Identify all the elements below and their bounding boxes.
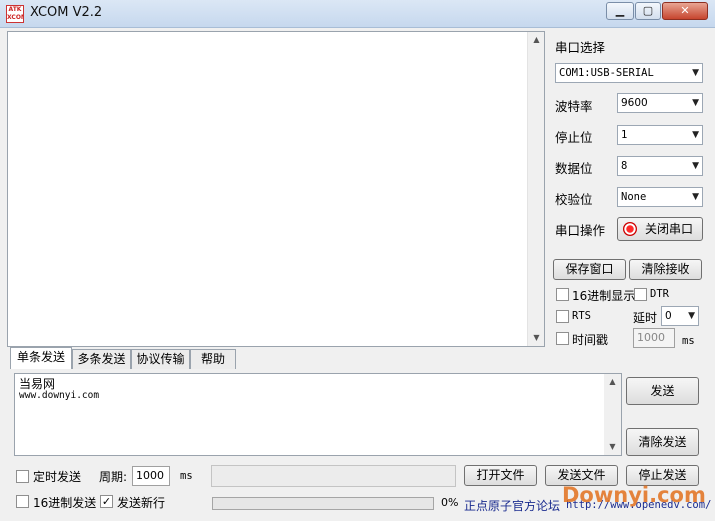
tab-protocol[interactable]: 协议传输 bbox=[131, 349, 190, 369]
hex-display-label: 16进制显示 bbox=[572, 289, 636, 303]
hex-send-label: 16进制发送 bbox=[33, 496, 97, 510]
baud-value: 9600 bbox=[621, 97, 648, 109]
close-port-label: 关闭串口 bbox=[644, 222, 693, 236]
parity-select[interactable]: None ▼ bbox=[617, 187, 703, 207]
scroll-up-icon[interactable]: ▲ bbox=[528, 32, 545, 48]
send-scrollbar[interactable]: ▲ ▼ bbox=[604, 374, 621, 455]
chevron-down-icon: ▼ bbox=[688, 311, 695, 321]
stop-bits-select[interactable]: 1 ▼ bbox=[617, 125, 703, 145]
chevron-down-icon: ▼ bbox=[692, 161, 699, 171]
data-bits-select[interactable]: 8 ▼ bbox=[617, 156, 703, 176]
progress-percent: 0% bbox=[441, 496, 459, 509]
period-label: 周期: bbox=[99, 470, 128, 484]
receive-textarea[interactable]: ▲ ▼ bbox=[7, 31, 545, 347]
port-operation-label: 串口操作 bbox=[555, 223, 606, 238]
scroll-up-icon[interactable]: ▲ bbox=[604, 374, 621, 390]
title-bar: ATKXCOM XCOM V2.2 ▁ ▢ ✕ bbox=[0, 0, 715, 28]
chevron-down-icon: ▼ bbox=[692, 130, 699, 140]
tab-single-send[interactable]: 单条发送 bbox=[10, 347, 72, 369]
parity-value: None bbox=[621, 191, 647, 203]
open-file-button[interactable]: 打开文件 bbox=[464, 465, 537, 486]
chevron-down-icon: ▼ bbox=[692, 98, 699, 108]
close-button[interactable]: ✕ bbox=[662, 2, 708, 20]
scroll-down-icon[interactable]: ▼ bbox=[604, 439, 621, 455]
watermark-text: Downyi.com bbox=[562, 483, 706, 507]
dtr-checkbox[interactable] bbox=[634, 288, 647, 301]
stop-bits-value: 1 bbox=[621, 129, 628, 141]
rts-label: RTS bbox=[572, 310, 591, 322]
chevron-down-icon: ▼ bbox=[692, 68, 699, 78]
red-record-icon bbox=[623, 222, 637, 236]
tab-help[interactable]: 帮助 bbox=[190, 349, 236, 369]
dtr-label: DTR bbox=[650, 288, 669, 300]
stop-bits-label: 停止位 bbox=[555, 130, 593, 145]
parity-label: 校验位 bbox=[555, 192, 593, 207]
data-bits-value: 8 bbox=[621, 160, 628, 172]
timed-send-checkbox[interactable] bbox=[16, 470, 29, 483]
maximize-button[interactable]: ▢ bbox=[635, 2, 661, 20]
timestamp-input[interactable]: 1000 bbox=[633, 328, 675, 348]
window-title: XCOM V2.2 bbox=[30, 5, 103, 20]
tab-multi-send[interactable]: 多条发送 bbox=[72, 349, 131, 369]
send-progress-bar bbox=[212, 497, 434, 510]
timestamp-checkbox[interactable] bbox=[556, 332, 569, 345]
send-textarea[interactable]: 当易网 www.downyi.com ▲ ▼ bbox=[14, 373, 622, 456]
receive-scrollbar[interactable]: ▲ ▼ bbox=[527, 32, 544, 346]
timestamp-label: 时间戳 bbox=[572, 333, 609, 347]
chevron-down-icon: ▼ bbox=[692, 192, 699, 202]
app-logo-icon: ATKXCOM bbox=[6, 5, 24, 23]
clear-send-button[interactable]: 清除发送 bbox=[626, 428, 699, 456]
delay-label: 延时 bbox=[633, 311, 658, 325]
send-button[interactable]: 发送 bbox=[626, 377, 699, 405]
send-text-line: www.downyi.com bbox=[19, 390, 100, 401]
period-ms-label: ms bbox=[180, 470, 193, 482]
data-bits-label: 数据位 bbox=[555, 161, 593, 176]
timestamp-ms-label: ms bbox=[682, 335, 695, 347]
rts-checkbox[interactable] bbox=[556, 310, 569, 323]
send-newline-checkbox[interactable]: ✓ bbox=[100, 495, 113, 508]
minimize-button[interactable]: ▁ bbox=[606, 2, 634, 20]
port-value: COM1:USB-SERIAL bbox=[559, 67, 654, 79]
baud-label: 波特率 bbox=[555, 99, 593, 114]
delay-value: 0 bbox=[665, 310, 672, 322]
file-path-field[interactable] bbox=[211, 465, 456, 487]
port-select[interactable]: COM1:USB-SERIAL ▼ bbox=[555, 63, 703, 83]
period-input[interactable]: 1000 bbox=[132, 466, 170, 486]
baud-select[interactable]: 9600 ▼ bbox=[617, 93, 703, 113]
forum-link[interactable]: 正点原子官方论坛 bbox=[464, 497, 560, 514]
timed-send-label: 定时发送 bbox=[33, 470, 82, 484]
clear-receive-button[interactable]: 清除接收 bbox=[629, 259, 702, 280]
save-window-button[interactable]: 保存窗口 bbox=[553, 259, 626, 280]
close-port-button[interactable]: 关闭串口 bbox=[617, 217, 703, 241]
hex-send-checkbox[interactable] bbox=[16, 495, 29, 508]
hex-display-checkbox[interactable] bbox=[556, 288, 569, 301]
send-newline-label: 发送新行 bbox=[117, 496, 166, 510]
port-select-label: 串口选择 bbox=[555, 40, 606, 55]
delay-select[interactable]: 0 ▼ bbox=[661, 306, 699, 326]
scroll-down-icon[interactable]: ▼ bbox=[528, 330, 545, 346]
